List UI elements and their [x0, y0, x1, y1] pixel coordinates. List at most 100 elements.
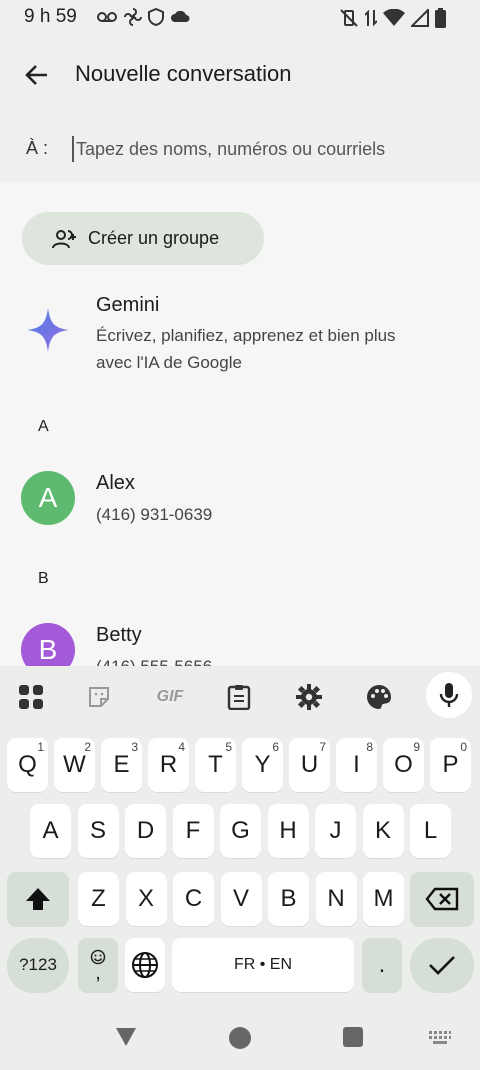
key-h[interactable]: H	[267, 804, 309, 858]
key-number-hint: 3	[131, 740, 138, 754]
keyboard-toolbar: GIF	[0, 666, 480, 726]
keyboard: GIF Q1W2E3R4T5Y6U7I8O9P0 ASDFGHJKL ZXCVB…	[0, 666, 480, 1006]
key-c[interactable]: C	[173, 872, 214, 926]
key-m[interactable]: M	[363, 872, 404, 926]
backspace-key[interactable]	[410, 872, 474, 926]
key-a[interactable]: A	[30, 804, 71, 858]
status-time: 9 h 59	[24, 6, 77, 27]
microphone-icon	[439, 683, 459, 707]
voicemail-icon	[97, 12, 117, 22]
avatar: B	[21, 623, 75, 666]
backspace-icon	[425, 887, 459, 911]
shift-arrow-icon	[26, 888, 50, 910]
key-number-hint: 7	[319, 740, 326, 754]
key-j[interactable]: J	[315, 804, 356, 858]
recipient-field: À :	[0, 114, 480, 182]
key-w[interactable]: W2	[54, 738, 95, 792]
key-p[interactable]: P0	[430, 738, 471, 792]
globe-icon	[132, 952, 158, 978]
recents-square-icon[interactable]	[342, 1026, 364, 1048]
back-arrow-icon[interactable]	[20, 58, 54, 92]
key-q[interactable]: Q1	[7, 738, 48, 792]
key-v[interactable]: V	[220, 872, 262, 926]
contact-phone: (416) 555-5656	[96, 654, 212, 666]
key-e[interactable]: E3	[101, 738, 142, 792]
gif-button[interactable]: GIF	[152, 682, 188, 712]
key-label: I	[353, 751, 360, 778]
create-group-button[interactable]: Créer un groupe	[22, 212, 264, 265]
key-label: W	[63, 751, 86, 778]
page-title: Nouvelle conversation	[75, 61, 292, 86]
key-y[interactable]: Y6	[242, 738, 283, 792]
key-number-hint: 0	[460, 740, 467, 754]
enter-key[interactable]	[410, 938, 474, 992]
key-d[interactable]: D	[125, 804, 166, 858]
key-number-hint: 4	[178, 740, 185, 754]
key-u[interactable]: U7	[289, 738, 330, 792]
keyboard-switch-icon[interactable]	[428, 1030, 452, 1046]
emoji-comma-key[interactable]: ,	[78, 938, 118, 992]
avatar: A	[21, 471, 75, 525]
gemini-description-line1: Écrivez, planifiez, apprenez et bien plu…	[96, 326, 396, 345]
key-label: Q	[18, 751, 37, 778]
key-b[interactable]: B	[268, 872, 309, 926]
apps-grid-icon[interactable]	[16, 682, 46, 712]
checkmark-icon	[429, 956, 455, 975]
symbols-key[interactable]: ?123	[7, 938, 69, 992]
microphone-button[interactable]	[426, 672, 472, 718]
cloud-icon	[171, 10, 190, 22]
contact-row-betty[interactable]: B Betty (416) 555-5656	[0, 616, 480, 666]
home-circle-icon[interactable]	[228, 1026, 252, 1050]
key-label: U	[300, 751, 319, 778]
key-x[interactable]: X	[125, 872, 167, 926]
language-key[interactable]	[125, 938, 165, 992]
clipboard-icon[interactable]	[224, 682, 254, 712]
key-i[interactable]: I8	[336, 738, 377, 792]
key-z[interactable]: Z	[78, 872, 119, 926]
space-key[interactable]: FR • EN	[172, 938, 354, 992]
gemini-name: Gemini	[96, 294, 160, 316]
key-l[interactable]: L	[410, 804, 451, 858]
key-f[interactable]: F	[172, 804, 214, 858]
key-k[interactable]: K	[362, 804, 404, 858]
recipient-input[interactable]	[72, 136, 456, 162]
back-triangle-icon[interactable]	[114, 1026, 138, 1048]
key-g[interactable]: G	[220, 804, 261, 858]
wifi-icon	[383, 9, 405, 26]
key-s[interactable]: S	[77, 804, 119, 858]
status-bar: 9 h 59	[0, 0, 480, 34]
key-r[interactable]: R4	[148, 738, 189, 792]
section-header-a: A	[38, 418, 49, 435]
key-o[interactable]: O9	[383, 738, 424, 792]
contact-phone: (416) 931-0639	[96, 505, 213, 524]
key-label: Y	[254, 751, 271, 778]
add-group-icon	[52, 229, 76, 248]
shift-key[interactable]	[7, 872, 69, 926]
key-label: O	[394, 751, 413, 778]
vibrate-off-icon	[340, 9, 358, 27]
period-key[interactable]: .	[362, 938, 402, 992]
contact-name: Betty	[96, 624, 142, 646]
gemini-row[interactable]: Gemini Écrivez, planifiez, apprenez et b…	[0, 287, 480, 387]
battery-icon	[435, 8, 446, 28]
key-t[interactable]: T5	[195, 738, 236, 792]
contact-row-alex[interactable]: A Alex (416) 931-0639	[0, 464, 480, 534]
contact-name: Alex	[96, 472, 135, 494]
recipient-label: À :	[26, 138, 49, 158]
gemini-description-line2: avec l'IA de Google	[96, 353, 242, 372]
key-number-hint: 5	[225, 740, 232, 754]
key-n[interactable]: N	[315, 872, 357, 926]
create-group-label: Créer un groupe	[88, 228, 220, 248]
key-number-hint: 6	[272, 740, 279, 754]
gemini-sparkle-icon	[27, 308, 69, 352]
palette-icon[interactable]	[364, 682, 394, 712]
key-number-hint: 2	[84, 740, 91, 754]
contacts-list: Créer un groupe Gemini Écrivez, planifie…	[0, 182, 480, 666]
key-label: T	[208, 751, 223, 778]
key-number-hint: 9	[413, 740, 420, 754]
sticker-icon[interactable]	[84, 682, 114, 712]
fan-icon	[124, 8, 142, 26]
key-number-hint: 8	[366, 740, 373, 754]
navigation-bar	[0, 1006, 480, 1070]
settings-gear-icon[interactable]	[294, 682, 324, 712]
